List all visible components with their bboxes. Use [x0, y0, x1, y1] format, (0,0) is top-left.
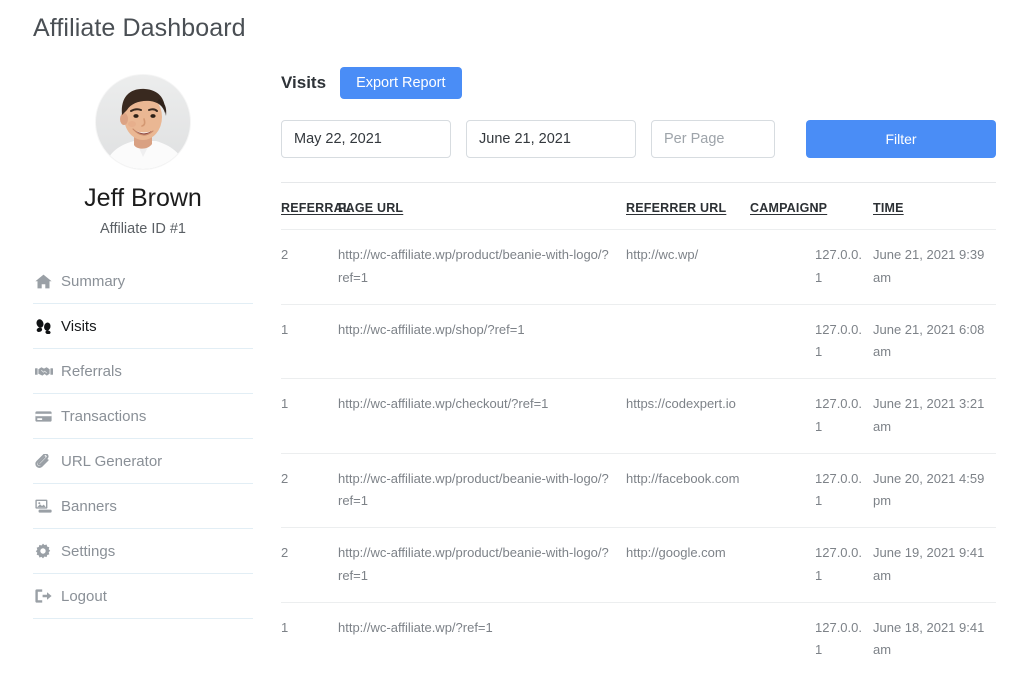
cell-ip: 127.0.0.1	[815, 527, 873, 602]
cell-ip: 127.0.0.1	[815, 303, 873, 379]
column-header-ip[interactable]: IP	[815, 201, 873, 230]
cell-referral: 2	[281, 527, 338, 602]
sidebar-item-referrals[interactable]: Referrals	[33, 349, 253, 394]
paperclip-icon	[35, 453, 53, 469]
sidebar-item-summary[interactable]: Summary	[33, 259, 253, 304]
image-icon	[35, 498, 53, 514]
page-title: Affiliate Dashboard	[33, 14, 246, 42]
cell-referral: 2	[281, 452, 338, 528]
cell-ip: 127.0.0.1	[815, 452, 873, 528]
cell-referral: 1	[281, 601, 338, 676]
cell-time: June 21, 2021 6:08 am	[873, 303, 996, 379]
table-row: 2 http://wc-affiliate.wp/product/beanie-…	[281, 452, 996, 528]
cell-time: June 21, 2021 3:21 am	[873, 378, 996, 453]
cell-page-url: http://wc-affiliate.wp/shop/?ref=1	[338, 303, 626, 379]
affiliate-name: Jeff Brown	[84, 184, 202, 212]
sidebar-item-label: URL Generator	[61, 452, 163, 470]
cell-time: June 18, 2021 9:41 am	[873, 601, 996, 676]
affiliate-id: Affiliate ID #1	[100, 221, 186, 237]
sidebar-nav: Summary Visits Referrals Transactions UR…	[33, 259, 253, 619]
table-row: 2 http://wc-affiliate.wp/product/beanie-…	[281, 229, 996, 304]
sidebar-item-label: Transactions	[61, 407, 147, 425]
cell-ip: 127.0.0.1	[815, 229, 873, 304]
column-header-time[interactable]: TIME	[873, 201, 996, 230]
sidebar-item-label: Settings	[61, 542, 116, 560]
cell-page-url: http://wc-affiliate.wp/product/beanie-wi…	[338, 452, 626, 528]
column-header-page-url[interactable]: PAGE URL	[338, 201, 626, 230]
visits-header: Visits Export Report	[281, 66, 996, 100]
sign-out-icon	[35, 588, 53, 604]
sidebar-item-label: Visits	[61, 317, 97, 335]
cell-campaign	[750, 378, 815, 453]
sidebar: Jeff Brown Affiliate ID #1 Summary Visit…	[33, 75, 253, 619]
section-title: Visits	[281, 73, 327, 92]
cell-ip: 127.0.0.1	[815, 601, 873, 676]
cell-referrer-url	[626, 601, 750, 676]
per-page-input[interactable]	[651, 120, 775, 158]
sidebar-item-label: Banners	[61, 497, 117, 515]
cell-page-url: http://wc-affiliate.wp/checkout/?ref=1	[338, 378, 626, 453]
date-to-input[interactable]	[466, 120, 636, 158]
sidebar-item-label: Logout	[61, 587, 107, 605]
sidebar-item-banners[interactable]: Banners	[33, 484, 253, 529]
table-row: 1 http://wc-affiliate.wp/checkout/?ref=1…	[281, 378, 996, 453]
cell-referrer-url: http://wc.wp/	[626, 229, 750, 304]
cell-referrer-url: http://google.com	[626, 527, 750, 602]
cell-campaign	[750, 601, 815, 676]
cell-referral: 1	[281, 303, 338, 379]
table-row: 2 http://wc-affiliate.wp/product/beanie-…	[281, 527, 996, 602]
cell-referrer-url	[626, 303, 750, 379]
visits-table: REFERRAL PAGE URL REFERRER URL CAMPAIGN …	[281, 201, 996, 676]
sidebar-item-visits[interactable]: Visits	[33, 304, 253, 349]
credit-card-icon	[35, 408, 53, 424]
avatar	[96, 75, 190, 169]
table-header-row: REFERRAL PAGE URL REFERRER URL CAMPAIGN …	[281, 201, 996, 230]
cell-page-url: http://wc-affiliate.wp/product/beanie-wi…	[338, 229, 626, 304]
cell-referrer-url: http://facebook.com	[626, 452, 750, 528]
column-header-campaign[interactable]: CAMPAIGN	[750, 201, 819, 230]
cell-campaign	[750, 229, 815, 304]
export-report-button[interactable]: Export Report	[340, 66, 462, 100]
sidebar-item-label: Summary	[61, 272, 126, 290]
table-row: 1 http://wc-affiliate.wp/shop/?ref=1 127…	[281, 303, 996, 379]
column-header-referral[interactable]: REFERRAL	[281, 201, 350, 230]
cell-referral: 1	[281, 378, 338, 453]
filter-button[interactable]: Filter	[806, 120, 996, 158]
main-content: Visits Export Report Filter REFERRAL PAG…	[281, 66, 996, 676]
cell-campaign	[750, 303, 815, 379]
cell-page-url: http://wc-affiliate.wp/?ref=1	[338, 601, 626, 676]
sidebar-item-label: Referrals	[61, 362, 122, 380]
home-icon	[35, 273, 53, 289]
filter-bar: Filter	[281, 120, 996, 158]
section-divider	[281, 182, 996, 183]
sidebar-item-settings[interactable]: Settings	[33, 529, 253, 574]
avatar-wrap	[33, 75, 253, 169]
sidebar-item-transactions[interactable]: Transactions	[33, 394, 253, 439]
gear-icon	[35, 543, 53, 559]
cell-referrer-url: https://codexpert.io	[626, 378, 750, 453]
cell-campaign	[750, 452, 815, 528]
sidebar-item-logout[interactable]: Logout	[33, 574, 253, 619]
cell-time: June 20, 2021 4:59 pm	[873, 452, 996, 528]
footprints-icon	[35, 318, 53, 334]
column-header-referrer-url[interactable]: REFERRER URL	[626, 201, 750, 230]
sidebar-item-url-generator[interactable]: URL Generator	[33, 439, 253, 484]
date-from-input[interactable]	[281, 120, 451, 158]
cell-time: June 21, 2021 9:39 am	[873, 229, 996, 304]
cell-campaign	[750, 527, 815, 602]
cell-time: June 19, 2021 9:41 am	[873, 527, 996, 602]
table-row: 1 http://wc-affiliate.wp/?ref=1 127.0.0.…	[281, 601, 996, 676]
cell-page-url: http://wc-affiliate.wp/product/beanie-wi…	[338, 527, 626, 602]
handshake-icon	[35, 363, 53, 379]
cell-referral: 2	[281, 229, 338, 304]
cell-ip: 127.0.0.1	[815, 378, 873, 453]
